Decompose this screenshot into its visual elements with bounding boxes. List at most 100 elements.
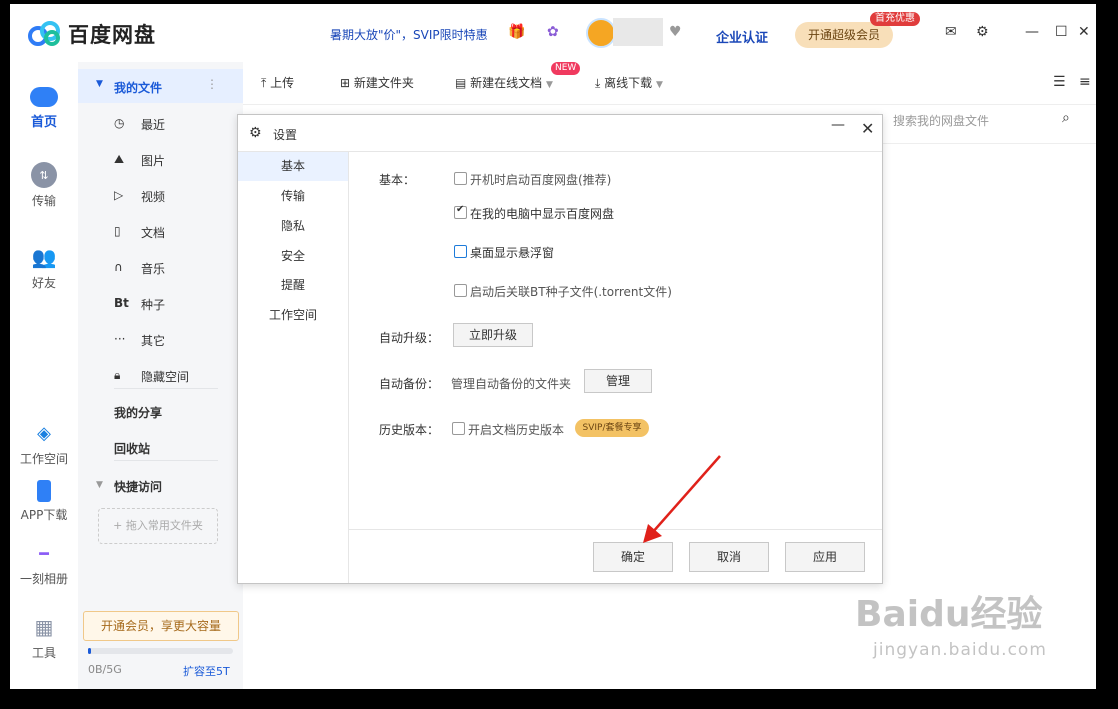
sort-icon[interactable]: ☰ [1053, 74, 1066, 90]
storage-progress-fill [88, 648, 91, 654]
tree-item-hidden-space[interactable]: 🔒︎ 隐藏空间 [78, 360, 243, 390]
nav-transfer[interactable]: ⇅ 传输 [10, 162, 78, 209]
doc-icon: ▤ [455, 76, 467, 90]
enterprise-auth-link[interactable]: 企业认证 [716, 27, 768, 46]
history-version-label: 历史版本： [379, 423, 440, 437]
tools-grid-icon: ▦ [34, 615, 54, 639]
ok-button[interactable]: 确定 [593, 542, 673, 572]
upload-button[interactable]: ⤒ 上传 [261, 74, 294, 91]
offline-download-label: 离线下载 [604, 76, 653, 90]
manage-backup-button[interactable]: 管理 [584, 369, 652, 393]
headphones-icon: ∩ [114, 260, 123, 274]
close-icon[interactable]: ✕ [861, 119, 874, 138]
tree-item-other[interactable]: ··· 其它 [78, 324, 243, 354]
tree-item-label: 其它 [141, 334, 166, 348]
tree-my-share[interactable]: 我的分享 [78, 396, 243, 426]
maximize-icon[interactable]: ☐ [1055, 24, 1068, 40]
tree-quick-access[interactable]: ▼ 快捷访问 [78, 470, 243, 500]
upload-label: 上传 [270, 76, 295, 90]
settings-tab-basic[interactable]: 基本 [238, 152, 348, 181]
chevron-down-icon: ▼ [546, 80, 553, 90]
vip-diamond-icon[interactable]: ♥ [669, 24, 682, 40]
ellipsis-icon: ··· [114, 332, 126, 346]
upload-icon: ⤒ [261, 76, 267, 90]
bt-association-checkbox[interactable] [454, 284, 467, 297]
search-input[interactable]: 搜索我的网盘文件 [893, 112, 989, 129]
divider [114, 388, 218, 389]
gear-icon[interactable]: ⚙ [976, 24, 989, 40]
new-folder-button[interactable]: ⊞ 新建文件夹 [340, 74, 414, 91]
gift-icon[interactable]: 🎁 [508, 24, 525, 40]
settings-tab-security[interactable]: 安全 [238, 242, 348, 271]
tree-my-files[interactable]: ▼ 我的文件 ⋮ [78, 69, 243, 103]
title-bar: 百度网盘 暑期大放"价"，SVIP限时特惠 🎁 ✿ ♥ 企业认证 开通超级会员 … [10, 4, 1096, 62]
divider [114, 460, 218, 461]
ai-flower-icon[interactable]: ✿ [547, 24, 559, 40]
basic-section-label: 基本： [379, 173, 416, 187]
promo-link[interactable]: 暑期大放"价"，SVIP限时特惠 [330, 26, 488, 43]
offline-download-button[interactable]: ⤓ 离线下载 ▼ [595, 74, 663, 91]
svip-badge: SVIP/套餐专享 [575, 419, 649, 437]
settings-tab-transfer[interactable]: 传输 [238, 182, 348, 211]
tree-recycle-label: 回收站 [114, 442, 151, 456]
nav-home[interactable]: 首页 [10, 82, 78, 130]
more-icon[interactable]: ⋮ [206, 77, 218, 91]
list-view-icon[interactable]: ≡ [1079, 74, 1091, 90]
image-icon: ⛰ [114, 152, 125, 166]
autostart-checkbox[interactable] [454, 172, 467, 185]
tree-item-videos[interactable]: ▷ 视频 [78, 180, 243, 210]
vip-upsell-box[interactable]: 开通会员，享更大容量 [83, 611, 239, 641]
tree-my-files-label: 我的文件 [114, 81, 163, 95]
caret-down-icon: ▼ [96, 480, 103, 490]
avatar[interactable] [586, 18, 616, 48]
search-icon[interactable]: ⌕ [1062, 110, 1070, 126]
dialog-title-bar: ⚙ 设置 — ✕ [238, 115, 882, 152]
tree-item-music[interactable]: ∩ 音乐 [78, 252, 243, 282]
new-badge: NEW [551, 62, 581, 75]
nav-app-download[interactable]: APP下载 [10, 480, 78, 523]
play-icon: ▷ [114, 188, 124, 202]
apply-button[interactable]: 应用 [785, 542, 865, 572]
first-recharge-badge: 首充优惠 [870, 12, 920, 26]
show-in-computer-checkbox[interactable] [454, 204, 467, 219]
tree-item-recent[interactable]: ◷ 最近 [78, 108, 243, 138]
tree-item-label: 最近 [141, 118, 166, 132]
nav-workspace-label: 工作空间 [19, 452, 68, 466]
storage-progress [88, 648, 233, 654]
nav-album[interactable]: ━ 一刻相册 [10, 540, 78, 587]
mail-icon[interactable]: ✉ [945, 24, 957, 40]
settings-nav: 基本 传输 隐私 安全 提醒 工作空间 [238, 151, 349, 583]
storage-usage: 0B/5G [88, 663, 122, 676]
cancel-button[interactable]: 取消 [689, 542, 769, 572]
nav-tools[interactable]: ▦ 工具 [10, 614, 78, 661]
gear-icon: ⚙ [249, 125, 262, 141]
history-version-checkbox[interactable] [452, 422, 465, 435]
nav-friends[interactable]: 👥 好友 [10, 244, 78, 291]
history-version-option: 开启文档历史版本 [468, 423, 565, 437]
phone-icon [37, 480, 51, 502]
upgrade-now-button[interactable]: 立即升级 [453, 323, 533, 347]
minimize-icon[interactable]: — [831, 117, 845, 133]
cloud-icon [30, 87, 58, 107]
tree-item-torrents[interactable]: Bt 种子 [78, 288, 243, 318]
tree-item-images[interactable]: ⛰ 图片 [78, 144, 243, 174]
watermark-url: jingyan.baidu.com [873, 640, 1047, 660]
new-online-doc-button[interactable]: ▤ 新建在线文档 ▼ [455, 74, 553, 91]
settings-tab-reminder[interactable]: 提醒 [238, 271, 348, 300]
tree-my-share-label: 我的分享 [114, 406, 163, 420]
tree-recycle-bin[interactable]: 回收站 [78, 432, 243, 462]
nav-home-label: 首页 [30, 115, 57, 130]
settings-tab-privacy[interactable]: 隐私 [238, 212, 348, 241]
album-icon: ━ [39, 543, 49, 563]
tree-item-docs[interactable]: ▯ 文档 [78, 216, 243, 246]
minimize-icon[interactable]: — [1025, 24, 1039, 40]
divider [348, 529, 882, 530]
expand-storage-link[interactable]: 扩容至5T [183, 663, 230, 679]
drag-folder-dropzone[interactable]: + 拖入常用文件夹 [98, 508, 218, 544]
settings-tab-workspace[interactable]: 工作空间 [238, 301, 348, 330]
floating-window-checkbox[interactable] [454, 245, 467, 258]
tree-item-label: 种子 [141, 298, 166, 312]
close-icon[interactable]: ✕ [1078, 24, 1090, 40]
nav-workspace[interactable]: ◈ 工作空间 [10, 420, 78, 467]
tree-item-label: 音乐 [141, 262, 166, 276]
